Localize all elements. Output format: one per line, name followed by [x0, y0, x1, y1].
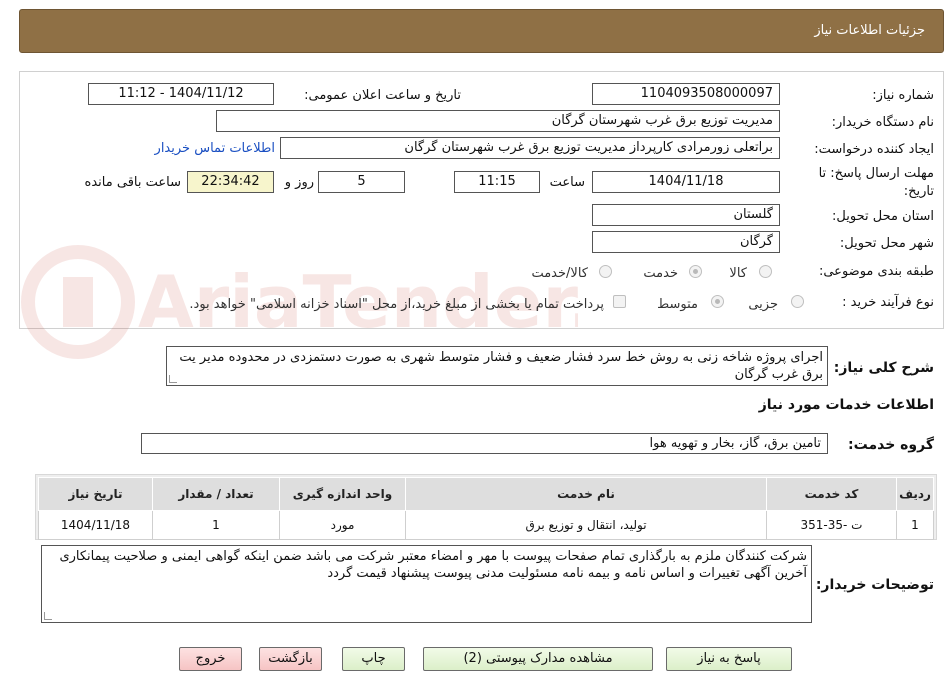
- deadline-label-line1: مهلت ارسال پاسخ: تا: [818, 166, 934, 181]
- buyer-notes-text: شرکت کنندگان ملزم به بارگذاری تمام صفحات…: [59, 549, 807, 581]
- days-label: روز و: [284, 175, 314, 190]
- service-group-field: تامین برق، گاز، بخار و تهویه هوا: [141, 433, 828, 454]
- buyer-org-label: نام دستگاه خریدار:: [831, 115, 934, 130]
- buyer-notes-textarea: شرکت کنندگان ملزم به بارگذاری تمام صفحات…: [41, 545, 812, 623]
- process-option-medium: متوسط: [657, 297, 698, 312]
- col-row-number: ردیف: [896, 477, 934, 511]
- category-label: طبقه بندی موضوعی:: [818, 264, 934, 279]
- creator-field: براتعلی زورمرادی کارپرداز مدیریت توزیع ب…: [280, 137, 780, 159]
- buyer-org-field: مدیریت توزیع برق غرب شهرستان گرگان: [216, 110, 780, 132]
- description-label: شرح کلی نیاز:: [833, 360, 934, 376]
- deadline-label-line2: تاریخ:: [903, 184, 934, 199]
- print-button[interactable]: چاپ: [342, 647, 405, 671]
- announce-field: 1404/11/12 - 11:12: [88, 83, 274, 105]
- cell-unit: مورد: [279, 510, 406, 540]
- service-group-label: گروه خدمت:: [848, 437, 934, 453]
- cell-quantity: 1: [152, 510, 280, 540]
- buyer-notes-label: توضیحات خریدار:: [815, 577, 934, 593]
- respond-button[interactable]: پاسخ به نیاز: [666, 647, 792, 671]
- page-title: جزئیات اطلاعات نیاز: [814, 23, 925, 38]
- services-table: ردیف کد خدمت نام خدمت واحد اندازه گیری ت…: [38, 477, 934, 540]
- cell-service-name: تولید، انتقال و توزیع برق: [405, 510, 767, 540]
- col-service-code: کد خدمت: [766, 477, 897, 511]
- table-row: 1 ت -35-351 تولید، انتقال و توزیع برق مو…: [38, 510, 934, 540]
- deadline-time-field: 11:15: [454, 171, 540, 193]
- resize-handle-icon[interactable]: [44, 612, 52, 620]
- cell-need-date: 1404/11/18: [38, 510, 153, 540]
- view-documents-button[interactable]: مشاهده مدارک پیوستی (2): [423, 647, 653, 671]
- remaining-label: ساعت باقی مانده: [84, 175, 181, 190]
- buyer-contact-link[interactable]: اطلاعات تماس خریدار: [155, 141, 275, 156]
- need-number-label: شماره نیاز:: [872, 88, 934, 103]
- city-label: شهر محل تحویل:: [839, 236, 934, 251]
- cell-service-code: ت -35-351: [766, 510, 897, 540]
- services-section-title: اطلاعات خدمات مورد نیاز: [758, 397, 934, 413]
- back-button[interactable]: بازگشت: [259, 647, 322, 671]
- category-radio-goods[interactable]: [759, 265, 772, 278]
- city-field: گرگان: [592, 231, 780, 253]
- remaining-time-field: 22:34:42: [187, 171, 274, 193]
- resize-handle-icon[interactable]: [169, 375, 177, 383]
- process-label: نوع فرآیند خرید :: [842, 295, 934, 310]
- announce-label: تاریخ و ساعت اعلان عمومی:: [304, 88, 461, 103]
- col-need-date: تاریخ نیاز: [38, 477, 153, 511]
- col-service-name: نام خدمت: [405, 477, 767, 511]
- col-quantity: تعداد / مقدار: [152, 477, 280, 511]
- need-number-field: 1104093508000097: [592, 83, 780, 105]
- page-header: جزئیات اطلاعات نیاز: [19, 9, 944, 53]
- province-label: استان محل تحویل:: [832, 209, 934, 224]
- province-field: گلستان: [592, 204, 780, 226]
- category-radio-both[interactable]: [599, 265, 612, 278]
- category-option-both: کالا/خدمت: [531, 266, 588, 281]
- process-radio-minor[interactable]: [791, 295, 804, 308]
- process-radio-medium[interactable]: [711, 295, 724, 308]
- treasury-payment-checkbox[interactable]: [613, 295, 626, 308]
- description-text: اجرای پروژه شاخه زنی به روش خط سرد فشار …: [179, 350, 823, 382]
- creator-label: ایجاد کننده درخواست:: [814, 142, 934, 157]
- category-option-service: خدمت: [643, 266, 678, 281]
- exit-button[interactable]: خروج: [179, 647, 242, 671]
- remaining-days-field: 5: [318, 171, 405, 193]
- treasury-payment-note: پرداخت تمام یا بخشی از مبلغ خرید،از محل …: [189, 297, 604, 312]
- deadline-time-label: ساعت: [549, 175, 585, 190]
- description-textarea: اجرای پروژه شاخه زنی به روش خط سرد فشار …: [166, 346, 828, 386]
- category-option-goods: کالا: [729, 266, 747, 281]
- table-header-row: ردیف کد خدمت نام خدمت واحد اندازه گیری ت…: [38, 477, 934, 511]
- deadline-date-field: 1404/11/18: [592, 171, 780, 193]
- col-unit: واحد اندازه گیری: [279, 477, 406, 511]
- cell-row-number: 1: [896, 510, 934, 540]
- category-radio-service[interactable]: [689, 265, 702, 278]
- process-option-minor: جزیی: [748, 297, 778, 312]
